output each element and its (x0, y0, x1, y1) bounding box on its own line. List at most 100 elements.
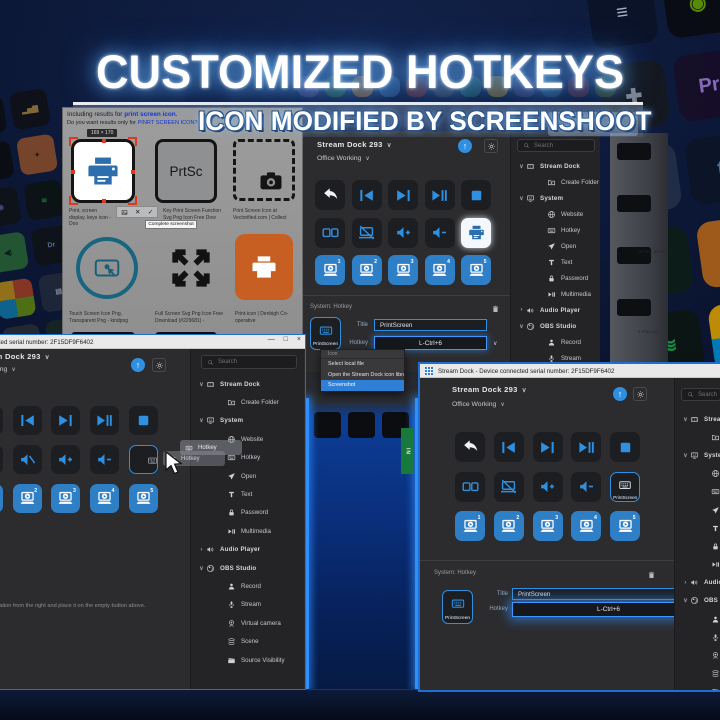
menu-item-select-local-file[interactable]: Select local file (321, 359, 404, 370)
sidebar-item[interactable]: ›Audio Player (511, 302, 600, 318)
deck-key[interactable]: 3 (51, 484, 80, 513)
search-suggestion-link[interactable]: PINRT SCREEN ICON? (138, 120, 198, 126)
deck-key[interactable] (388, 180, 418, 210)
sidebar-item[interactable]: Hotkey (675, 483, 720, 501)
sidebar-item[interactable]: Website (191, 430, 304, 448)
sidebar-item[interactable]: Virtual camera (191, 614, 304, 632)
upload-button[interactable]: ↑ (613, 387, 627, 401)
deck-key[interactable] (461, 218, 491, 248)
settings-button[interactable] (152, 358, 166, 372)
deck-key[interactable] (129, 406, 158, 435)
selection-handle[interactable] (102, 199, 106, 203)
result-caption[interactable]: Full Screen Svg Png Icon Free Download (… (155, 311, 225, 324)
sidebar-item[interactable]: Multimedia (675, 556, 720, 574)
sidebar-item[interactable]: Hotkey (191, 449, 304, 467)
deck-key[interactable] (425, 180, 455, 210)
sidebar-item[interactable]: Password (511, 270, 600, 286)
fullscreen-arrows-result[interactable] (155, 231, 227, 305)
device-selector[interactable]: Stream Dock 293∨ (317, 140, 392, 149)
deck-key[interactable] (571, 432, 601, 462)
sidebar-item[interactable]: Open (191, 467, 304, 485)
deck-key[interactable]: 2 (13, 484, 42, 513)
deck-key[interactable] (13, 406, 42, 435)
sidebar-item[interactable]: Record (191, 577, 304, 595)
sidebar-item[interactable]: ∨System (191, 412, 304, 430)
sidebar-item[interactable]: Source Visibility (675, 683, 720, 692)
menu-item-open-icon-library[interactable]: Open the Stream Dock icon library (321, 370, 404, 381)
sidebar-item[interactable]: Create Folder (675, 428, 720, 446)
maximize-button[interactable]: □ (284, 336, 288, 343)
image-icon[interactable] (121, 209, 128, 216)
deck-key[interactable] (0, 406, 3, 435)
printer-icon-result[interactable] (71, 139, 135, 203)
deck-key[interactable] (129, 445, 158, 474)
deck-key[interactable] (13, 445, 42, 474)
deck-key[interactable]: 1 (455, 511, 485, 541)
sidebar-item[interactable]: Multimedia (191, 522, 304, 540)
sidebar-item[interactable]: Open (511, 238, 600, 254)
sidebar-item[interactable]: ›Audio Player (191, 541, 304, 559)
screenshot-camera-result[interactable] (233, 139, 295, 201)
sidebar-item[interactable]: Open (675, 501, 720, 519)
sidebar-item[interactable]: ∨Stream Dock (675, 410, 720, 428)
sidebar-item[interactable]: Source Visibility (191, 651, 304, 669)
title-input[interactable] (374, 319, 487, 331)
touch-screen-result[interactable] (71, 231, 143, 305)
sidebar-item[interactable]: Text (191, 485, 304, 503)
sidebar-item[interactable]: ∨OBS Studio (511, 318, 600, 334)
sidebar-item[interactable]: Scene (675, 665, 720, 683)
window-titlebar[interactable]: Stream Dock - Device connected serial nu… (0, 335, 305, 349)
result-caption[interactable]: Print, screen display, keys icon - Doo (69, 208, 113, 228)
window-titlebar[interactable]: Stream Dock - Device connected serial nu… (420, 364, 720, 378)
sidebar-item[interactable]: Create Folder (511, 174, 600, 190)
deck-key[interactable] (51, 445, 80, 474)
sidebar-search-input[interactable]: Search (681, 388, 720, 401)
minimize-button[interactable]: — (268, 336, 275, 343)
deck-key[interactable] (315, 180, 345, 210)
deck-key[interactable]: PrintScreen (610, 472, 640, 502)
sidebar-item[interactable]: ∨System (675, 446, 720, 464)
sidebar-item[interactable]: Stream (191, 596, 304, 614)
deck-key[interactable] (533, 432, 563, 462)
deck-key[interactable] (610, 432, 640, 462)
sidebar-search-input[interactable]: Search (201, 355, 297, 369)
result-caption[interactable]: Print Screen Icon at Vectorified.com | C… (233, 208, 295, 221)
sidebar-item[interactable]: ∨System (511, 190, 600, 206)
deck-key[interactable] (51, 406, 80, 435)
prtsc-key-result[interactable]: PrtSc (155, 139, 217, 203)
deck-key[interactable]: 2 (494, 511, 524, 541)
cancel-icon[interactable]: ✕ (135, 208, 140, 216)
hotkey-preview-tile[interactable]: PrintScreen (442, 590, 473, 624)
sidebar-search-input[interactable]: Search (517, 139, 595, 152)
deck-key[interactable]: 4 (571, 511, 601, 541)
deck-key[interactable]: 4 (90, 484, 119, 513)
hotkey-dropdown[interactable]: L-Ctrl+6 (374, 336, 487, 350)
chevron-down-icon[interactable]: ∨ (493, 340, 497, 347)
sidebar-item[interactable]: Stream (675, 628, 720, 646)
profile-selector[interactable]: Office Working∨ (452, 401, 505, 408)
device-selector[interactable]: Stream Dock 293∨ (452, 385, 527, 394)
sidebar-item[interactable]: Text (675, 519, 720, 537)
deck-key[interactable]: 1 (315, 255, 345, 285)
profile-selector[interactable]: Office Working∨ (0, 366, 16, 373)
selection-handle[interactable] (131, 170, 135, 174)
deck-key[interactable] (352, 180, 382, 210)
sidebar-item[interactable]: Create Folder (191, 393, 304, 411)
sidebar-item[interactable]: ∨OBS Studio (675, 592, 720, 610)
deck-key[interactable] (388, 218, 418, 248)
orange-printer-result[interactable] (235, 234, 293, 300)
deck-key[interactable] (315, 218, 345, 248)
delete-action-button[interactable] (490, 302, 500, 313)
sidebar-item[interactable]: Password (675, 537, 720, 555)
deck-key[interactable] (461, 180, 491, 210)
menu-item-screenshot[interactable]: Screenshot (321, 380, 404, 391)
upload-button[interactable]: ↑ (131, 358, 145, 372)
deck-key[interactable] (90, 406, 119, 435)
selection-handle[interactable] (102, 139, 106, 143)
deck-key[interactable] (0, 445, 3, 474)
deck-key[interactable]: 5 (129, 484, 158, 513)
close-button[interactable]: × (297, 336, 301, 343)
sidebar-item[interactable]: Virtual camera (675, 646, 720, 664)
deck-key[interactable]: 5 (610, 511, 640, 541)
deck-key[interactable]: 5 (461, 255, 491, 285)
